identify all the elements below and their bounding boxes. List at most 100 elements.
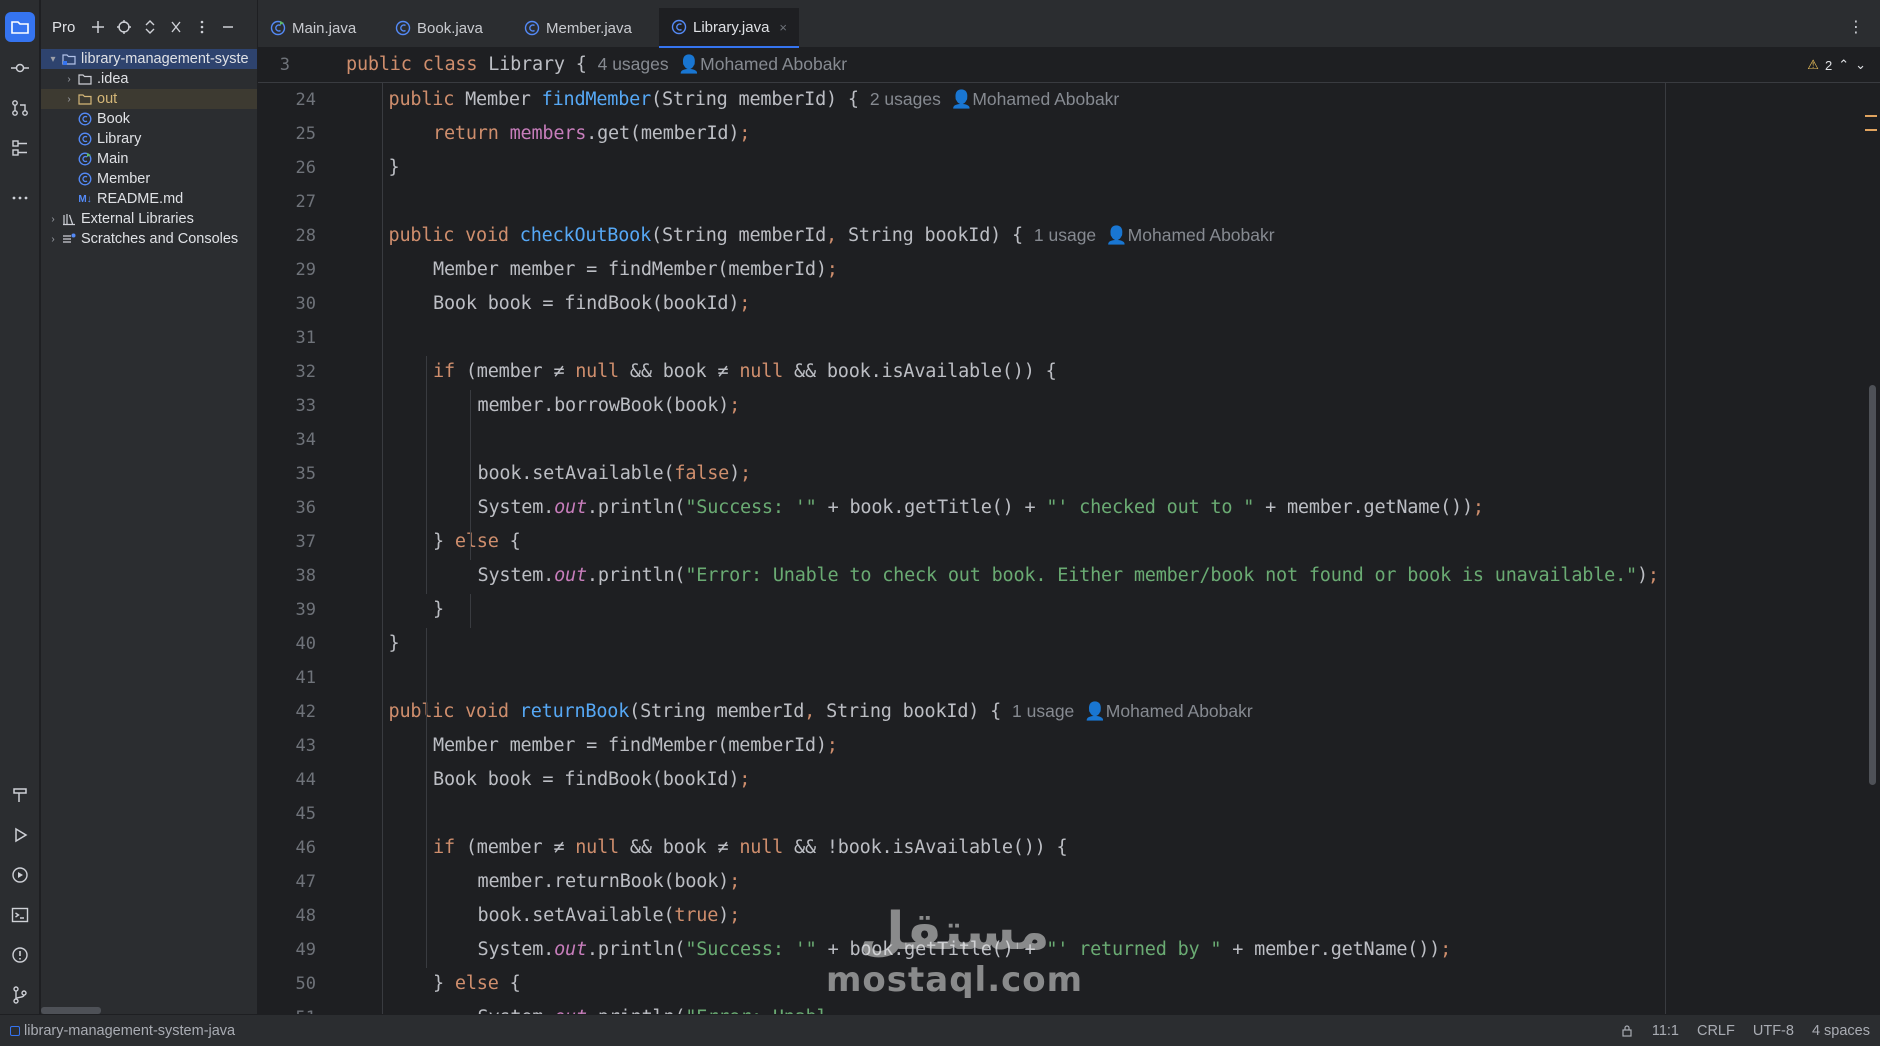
tab-member-java[interactable]: Member.java (512, 8, 644, 48)
inlay-hint[interactable]: 👤Mohamed Abobakr (1106, 225, 1275, 245)
options-icon[interactable] (189, 14, 215, 40)
code-line: System.out.println("Error: Unable to che… (478, 565, 1660, 586)
commit-icon[interactable] (5, 53, 35, 83)
inlay-hint[interactable]: 👤Mohamed Abobakr (678, 54, 847, 74)
code-token: String bookId) { (847, 225, 1034, 246)
java-class-icon (671, 19, 687, 35)
code-line: public void checkOutBook(String memberId… (389, 225, 1275, 246)
code-token: public void (388, 225, 520, 246)
warning-stripe-mark[interactable] (1865, 115, 1877, 117)
add-icon[interactable] (85, 14, 111, 40)
chevron-right-icon[interactable]: › (62, 94, 76, 105)
chevron-right-icon[interactable]: › (46, 234, 60, 245)
code-token: ; (739, 293, 751, 314)
caret-position[interactable]: 11:1 (1652, 1023, 1679, 1039)
tab-label: Book.java (417, 19, 483, 37)
tree-item-main[interactable]: Main (41, 149, 257, 169)
tool-window-strip (0, 0, 40, 1014)
inlay-hint[interactable]: 👤Mohamed Abobakr (1084, 701, 1253, 721)
previous-highlight-icon[interactable]: ⌃ (1838, 57, 1849, 73)
tree-item-idea[interactable]: › .idea (41, 69, 257, 89)
readonly-lock-icon[interactable] (1620, 1024, 1634, 1038)
line-number: 28 (295, 226, 316, 246)
inlay-hint[interactable]: 👤Mohamed Abobakr (951, 89, 1120, 109)
tree-item-member[interactable]: Member (41, 169, 257, 189)
line-number: 38 (295, 566, 316, 586)
inlay-hint[interactable]: 1 usage (1012, 701, 1084, 721)
hide-panel-icon[interactable] (215, 14, 241, 40)
code-line: } (389, 157, 400, 178)
tab-book-java[interactable]: Book.java (383, 8, 495, 48)
java-main-class-icon (76, 151, 94, 167)
inlay-hint[interactable]: 2 usages (870, 89, 951, 109)
code-token: } (388, 157, 400, 178)
code-token: , (826, 225, 848, 246)
tree-item-out[interactable]: › out (41, 89, 257, 109)
code-token: } (433, 599, 444, 620)
line-ending[interactable]: CRLF (1697, 1023, 1735, 1039)
line-number: 48 (295, 906, 316, 926)
tab-library-java[interactable]: Library.java × (659, 8, 800, 48)
project-horizontal-scrollbar[interactable] (41, 1007, 101, 1014)
tree-item-book[interactable]: Book (41, 109, 257, 129)
line-number: 35 (295, 464, 316, 484)
expand-all-icon[interactable] (137, 14, 163, 40)
code-token: out (554, 1007, 587, 1014)
project-tool-icon[interactable] (5, 12, 35, 42)
pull-requests-icon[interactable] (5, 93, 35, 123)
git-icon[interactable] (5, 980, 35, 1010)
tab-main-java[interactable]: Main.java (258, 8, 368, 48)
run-icon[interactable] (5, 820, 35, 850)
inspection-widget[interactable]: ⚠ 2 ⌃ ⌄ (1807, 57, 1866, 73)
code-line: public Member findMember(String memberId… (389, 89, 1120, 110)
status-bar: library-management-system-java 11:1 CRLF… (0, 1014, 1880, 1046)
code-token: member.returnBook(book) (477, 871, 730, 892)
next-highlight-icon[interactable]: ⌄ (1855, 57, 1866, 73)
line-number: 31 (295, 328, 316, 348)
code-line: if (member ≠ null && book ≠ null && !boo… (433, 837, 1068, 858)
problems-icon[interactable] (5, 940, 35, 970)
warning-count: 2 (1824, 57, 1833, 73)
line-number: 40 (295, 634, 316, 654)
editor-vertical-scrollbar[interactable] (1869, 385, 1876, 785)
tree-item-library[interactable]: Library (41, 129, 257, 149)
terminal-icon[interactable] (5, 900, 35, 930)
services-icon[interactable] (5, 860, 35, 890)
line-number: 24 (295, 90, 316, 110)
tree-item-external-libraries[interactable]: › External Libraries (41, 209, 257, 229)
tree-item-scratches[interactable]: › Scratches and Consoles (41, 229, 257, 249)
code-token: ; (739, 769, 751, 790)
tab-options-icon[interactable]: ⋮ (1848, 17, 1864, 37)
code-line: Book book = findBook(bookId); (433, 769, 750, 790)
chevron-down-icon[interactable]: ▾ (46, 54, 60, 65)
code-token: ) (729, 463, 741, 484)
code-token: System. (478, 1007, 555, 1014)
tree-item-readme[interactable]: M↓ README.md (41, 189, 257, 209)
collapse-all-icon[interactable] (163, 14, 189, 40)
code-line: } (389, 633, 400, 654)
tree-item-project-root[interactable]: ▾ library-management-syste (41, 49, 257, 69)
warning-stripe-mark[interactable] (1865, 129, 1877, 131)
close-icon[interactable]: × (779, 20, 787, 35)
structure-icon[interactable] (5, 133, 35, 163)
chevron-right-icon[interactable]: › (46, 214, 60, 225)
file-encoding[interactable]: UTF-8 (1753, 1023, 1794, 1039)
indent-setting[interactable]: 4 spaces (1812, 1023, 1870, 1039)
inlay-hint[interactable]: 4 usages (598, 54, 679, 74)
folder-icon (76, 71, 94, 87)
build-icon[interactable] (5, 780, 35, 810)
code-token: "Success: '" (685, 497, 817, 518)
locate-icon[interactable] (111, 14, 137, 40)
project-panel-title[interactable]: Pro (52, 19, 75, 36)
chevron-right-icon[interactable]: › (62, 74, 76, 85)
inlay-hint[interactable]: 1 usage (1034, 225, 1106, 245)
status-project-breadcrumb[interactable]: library-management-system-java (10, 1023, 235, 1039)
code-token: Book book = findBook(bookId) (433, 769, 740, 790)
more-tools-icon[interactable] (5, 183, 35, 213)
code-line: System.out.println("Success: '" + book.g… (478, 497, 1485, 518)
code-area[interactable]: public Member findMember(String memberId… (344, 49, 1880, 1014)
code-token: (member ≠ (465, 837, 576, 858)
code-editor[interactable]: 3 public class Library { 4 usages 👤Moham… (258, 49, 1880, 1014)
sticky-lines-header[interactable]: 3 public class Library { 4 usages 👤Moham… (258, 49, 1880, 83)
line-number-gutter: 24 25 26 27 28 29 30 31 32 33 34 35 36 37 38 39 40 41 42 43… (258, 49, 344, 1014)
